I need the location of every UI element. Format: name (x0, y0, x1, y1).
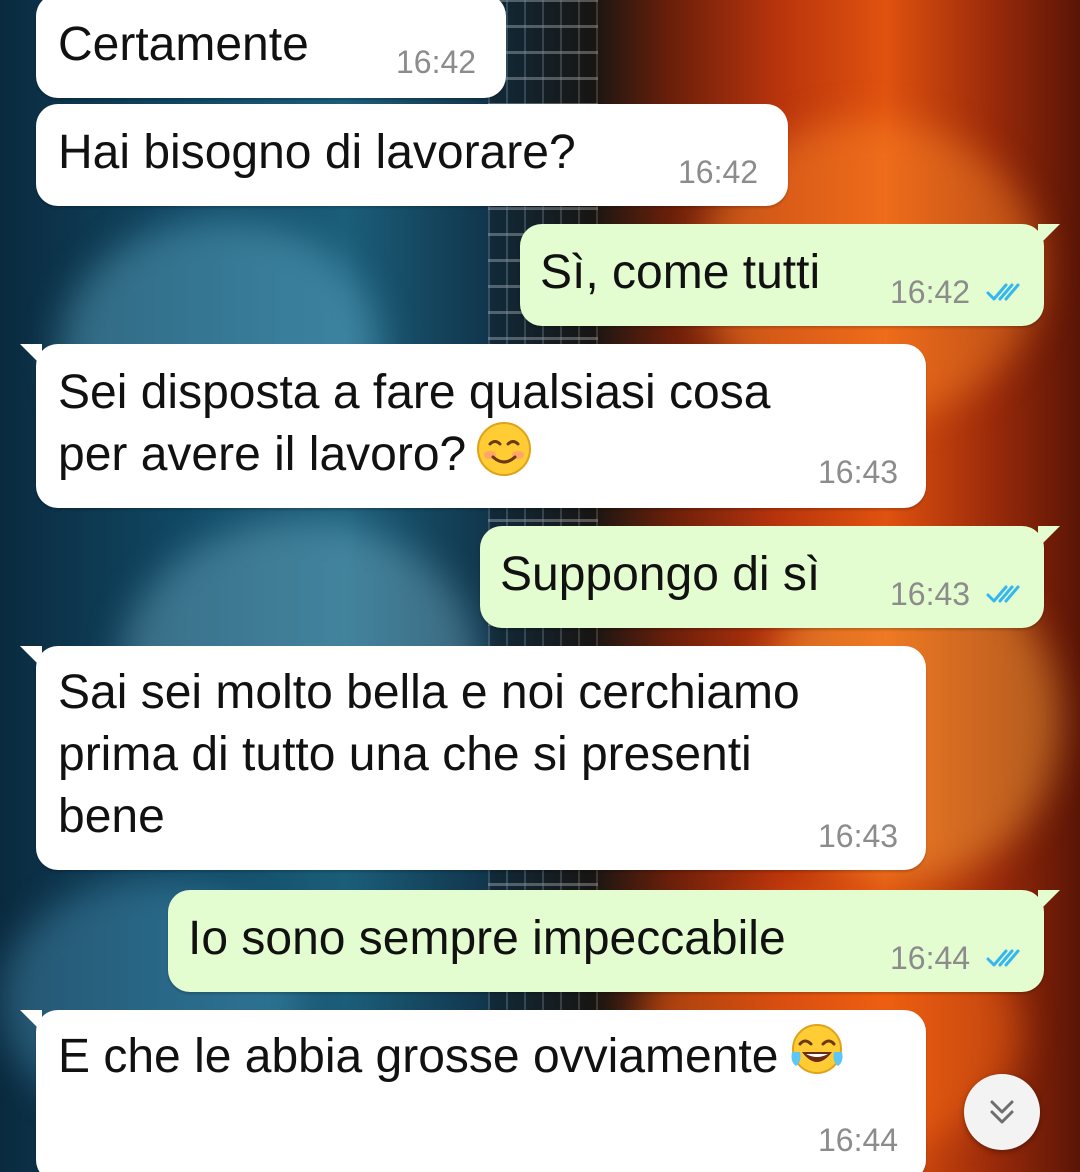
tears-of-joy-emoji (791, 1024, 843, 1075)
incoming-message[interactable]: Sai sei molto bella e noi cerchiamo prim… (20, 646, 926, 870)
message-time: 16:43 (818, 454, 899, 490)
outgoing-message[interactable]: Suppongo di sì 16:43 (480, 526, 1060, 628)
message-time: 16:42 (678, 154, 759, 190)
double-chevron-down-icon (990, 1100, 1014, 1124)
incoming-message[interactable]: Certamente 16:42 (36, 0, 506, 98)
message-text: Hai bisogno di lavorare? (58, 126, 576, 179)
message-text: E che le abbia grosse ovviamente (58, 1024, 846, 1088)
message-text: Sei disposta a fare qualsiasi cosa per a… (58, 362, 770, 486)
message-text-content: E che le abbia grosse ovviamente (58, 1030, 779, 1083)
message-text: Sì, come tutti (540, 246, 821, 299)
message-time: 16:42 (396, 44, 477, 80)
scroll-to-bottom-button[interactable] (964, 1074, 1040, 1150)
message-text: Io sono sempre impeccabile (188, 912, 786, 965)
incoming-message[interactable]: E che le abbia grosse ovviamente 16:44 (20, 1010, 926, 1172)
double-check-icon (986, 949, 1020, 967)
incoming-message[interactable]: Hai bisogno di lavorare? 16:42 (36, 104, 788, 206)
incoming-message[interactable]: Sei disposta a fare qualsiasi cosa per a… (20, 344, 926, 508)
outgoing-message[interactable]: Sì, come tutti 16:42 (520, 224, 1060, 326)
message-text: Sai sei molto bella e noi cerchiamo prim… (58, 666, 800, 843)
message-time: 16:44 (818, 1122, 899, 1158)
double-check-icon (986, 283, 1020, 301)
message-text-content: Sei disposta a fare qualsiasi cosa per a… (58, 366, 771, 481)
double-check-icon (986, 585, 1020, 603)
message-time: 16:43 (818, 818, 899, 854)
outgoing-message[interactable]: Io sono sempre impeccabile 16:44 (168, 890, 1060, 992)
message-time: 16:42 (890, 274, 971, 310)
message-text: Suppongo di sì (500, 548, 821, 601)
message-time: 16:44 (890, 940, 971, 976)
message-time: 16:43 (890, 576, 971, 612)
message-text: Certamente (58, 18, 309, 71)
smiling-face-emoji (477, 422, 532, 477)
